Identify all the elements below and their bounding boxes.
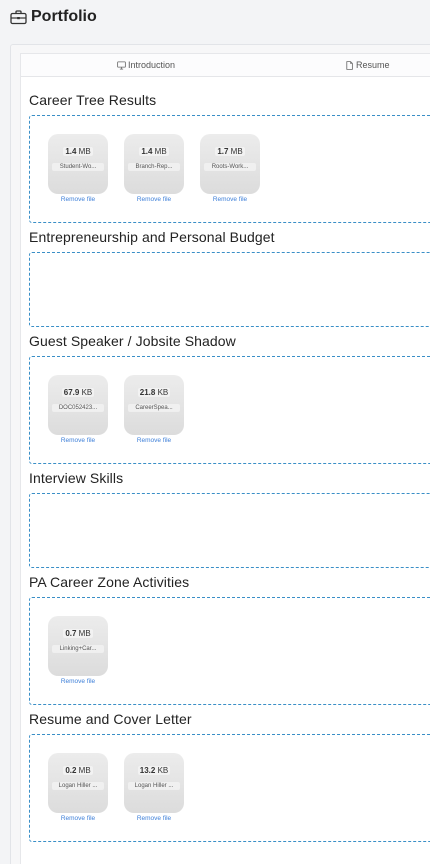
file-name: Logan Hiller ... [128, 782, 180, 790]
page-title: Portfolio [31, 8, 97, 25]
file-size: 1.4 MB [63, 147, 93, 156]
file-item: 67.9 KB DOC052423... Remove file [48, 375, 108, 444]
file-thumbnail[interactable]: 67.9 KB DOC052423... [48, 375, 108, 435]
file-dropzone[interactable]: 67.9 KB DOC052423... Remove file 21.8 KB… [29, 356, 430, 464]
section-entrepreneurship: Entrepreneurship and Personal Budget [29, 228, 430, 327]
file-item: 21.8 KB CareerSpea... Remove file [124, 375, 184, 444]
file-name: CareerSpea... [128, 404, 180, 412]
portfolio-card: Introduction Resume Career Tree Results … [10, 44, 430, 864]
file-size: 67.9 KB [61, 388, 95, 397]
tab-resume-label: Resume [356, 60, 390, 70]
section-title: Interview Skills [29, 470, 124, 486]
file-item: 0.2 MB Logan Hiller ... Remove file [48, 753, 108, 822]
file-size: 0.2 MB [63, 766, 93, 775]
tab-introduction-label: Introduction [128, 60, 176, 70]
file-thumbnail[interactable]: 1.4 MB Student-Wo... [48, 134, 108, 194]
briefcase-icon [10, 9, 27, 25]
remove-file-link[interactable]: Remove file [213, 196, 247, 203]
section-title: Resume and Cover Letter [29, 711, 192, 727]
file-name: Logan Hiller ... [52, 782, 104, 790]
file-name: DOC052423... [52, 404, 104, 412]
file-size: 1.7 MB [215, 147, 245, 156]
file-name: Linking+Car... [52, 645, 104, 653]
file-item: 13.2 KB Logan Hiller ... Remove file [124, 753, 184, 822]
file-name: Roots-Work... [204, 163, 256, 171]
file-thumbnail[interactable]: 21.8 KB CareerSpea... [124, 375, 184, 435]
tab-introduction[interactable]: Introduction [117, 54, 175, 76]
remove-file-link[interactable]: Remove file [137, 815, 171, 822]
file-name: Student-Wo... [52, 163, 104, 171]
remove-file-link[interactable]: Remove file [61, 196, 95, 203]
section-title: Guest Speaker / Jobsite Shadow [29, 333, 236, 349]
remove-file-link[interactable]: Remove file [61, 678, 95, 685]
section-title: Entrepreneurship and Personal Budget [29, 229, 275, 245]
tab-bar: Introduction Resume [21, 54, 430, 77]
section-resume-cover-letter: Resume and Cover Letter 0.2 MB Logan Hil… [29, 710, 430, 842]
file-item: 1.4 MB Branch-Rep... Remove file [124, 134, 184, 203]
file-thumbnail[interactable]: 13.2 KB Logan Hiller ... [124, 753, 184, 813]
document-icon [346, 60, 353, 70]
section-title: Career Tree Results [29, 92, 157, 108]
file-thumbnail[interactable]: 0.2 MB Logan Hiller ... [48, 753, 108, 813]
file-dropzone[interactable]: 1.4 MB Student-Wo... Remove file 1.4 MB … [29, 115, 430, 223]
remove-file-link[interactable]: Remove file [61, 437, 95, 444]
page-header: Portfolio [10, 8, 97, 26]
file-dropzone[interactable]: 0.7 MB Linking+Car... Remove file [29, 597, 430, 705]
section-guest-speaker: Guest Speaker / Jobsite Shadow 67.9 KB D… [29, 332, 430, 464]
section-title: PA Career Zone Activities [29, 574, 190, 590]
file-dropzone[interactable] [29, 493, 430, 568]
tab-resume[interactable]: Resume [345, 54, 390, 76]
file-thumbnail[interactable]: 1.4 MB Branch-Rep... [124, 134, 184, 194]
file-thumbnail[interactable]: 1.7 MB Roots-Work... [200, 134, 260, 194]
remove-file-link[interactable]: Remove file [137, 196, 171, 203]
file-name: Branch-Rep... [128, 163, 180, 171]
section-career-tree-results: Career Tree Results 1.4 MB Student-Wo...… [29, 91, 430, 223]
monitor-icon [117, 60, 126, 70]
file-size: 21.8 KB [137, 388, 171, 397]
section-pa-career-zone: PA Career Zone Activities 0.7 MB Linking… [29, 573, 430, 705]
file-size: 0.7 MB [63, 629, 93, 638]
file-size: 13.2 KB [137, 766, 171, 775]
file-size: 1.4 MB [139, 147, 169, 156]
portfolio-panel: Introduction Resume Career Tree Results … [20, 53, 430, 864]
file-dropzone[interactable]: 0.2 MB Logan Hiller ... Remove file 13.2… [29, 734, 430, 842]
file-item: 1.7 MB Roots-Work... Remove file [200, 134, 260, 203]
file-thumbnail[interactable]: 0.7 MB Linking+Car... [48, 616, 108, 676]
file-item: 0.7 MB Linking+Car... Remove file [48, 616, 108, 685]
remove-file-link[interactable]: Remove file [137, 437, 171, 444]
file-item: 1.4 MB Student-Wo... Remove file [48, 134, 108, 203]
file-dropzone[interactable] [29, 252, 430, 327]
section-interview-skills: Interview Skills [29, 469, 430, 568]
remove-file-link[interactable]: Remove file [61, 815, 95, 822]
